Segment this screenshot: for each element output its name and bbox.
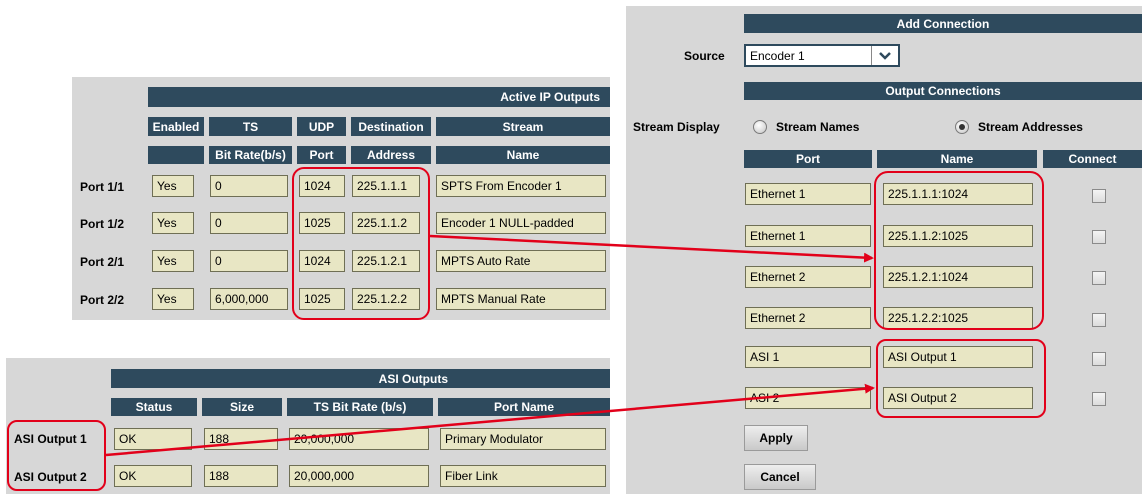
stream-name-field[interactable]: MPTS Auto Rate — [436, 250, 606, 272]
bitrate-field[interactable]: 6,000,000 — [210, 288, 288, 310]
col-subheader-address: Address — [351, 146, 431, 164]
stream-addresses-radio[interactable] — [955, 120, 969, 134]
chevron-down-icon[interactable] — [871, 46, 898, 65]
asi-port-name-field[interactable]: Fiber Link — [440, 465, 606, 487]
asi-status-field[interactable]: OK — [114, 465, 192, 487]
col-subheader-name: Name — [436, 146, 610, 164]
col-header-ts-bit-rate: TS Bit Rate (b/s) — [287, 398, 433, 416]
asi-port-name-field[interactable]: Primary Modulator — [440, 428, 606, 450]
col-header-port: Port — [744, 150, 872, 168]
source-select-value: Encoder 1 — [750, 48, 805, 63]
col-header-size: Size — [202, 398, 282, 416]
col-header-connect: Connect — [1043, 150, 1142, 168]
col-header-udp: UDP — [297, 117, 346, 136]
col-subheader-port: Port — [297, 146, 346, 164]
connect-checkbox[interactable] — [1092, 230, 1106, 244]
stream-name-field[interactable]: Encoder 1 NULL-padded — [436, 212, 606, 234]
col-subheader-enabled — [148, 146, 204, 164]
enabled-field[interactable]: Yes — [152, 175, 194, 197]
asi-labels-highlight-box — [7, 420, 106, 491]
ip-address-highlight-box — [292, 167, 430, 320]
enabled-field[interactable]: Yes — [152, 250, 194, 272]
stream-name-field[interactable]: SPTS From Encoder 1 — [436, 175, 606, 197]
col-header-enabled: Enabled — [148, 117, 204, 136]
bitrate-field[interactable]: 0 — [210, 175, 288, 197]
col-header-stream: Stream — [436, 117, 610, 136]
col-header-status: Status — [111, 398, 197, 416]
ip-row-label: Port 2/2 — [80, 293, 125, 307]
connection-port-field[interactable]: Ethernet 2 — [745, 307, 871, 329]
connection-port-field[interactable]: ASI 1 — [745, 346, 871, 368]
cancel-button[interactable]: Cancel — [744, 464, 816, 490]
asi-outputs-title: ASI Outputs — [111, 369, 610, 388]
col-header-ts: TS — [209, 117, 292, 136]
stream-addresses-radio-label[interactable]: Stream Addresses — [978, 120, 1083, 134]
ip-row-label: Port 1/1 — [80, 180, 125, 194]
connect-checkbox[interactable] — [1092, 352, 1106, 366]
stream-name-field[interactable]: MPTS Manual Rate — [436, 288, 606, 310]
connection-port-field[interactable]: Ethernet 2 — [745, 266, 871, 288]
stream-names-radio[interactable] — [753, 120, 767, 134]
col-header-port-name: Port Name — [438, 398, 610, 416]
asi-names-highlight-box — [876, 339, 1046, 418]
source-select[interactable]: Encoder 1 — [744, 44, 900, 67]
asi-bitrate-field[interactable]: 20,000,000 — [289, 465, 429, 487]
add-connection-title: Add Connection — [744, 14, 1142, 33]
source-label: Source — [684, 49, 725, 63]
addresses-highlight-box — [874, 171, 1044, 330]
stream-names-radio-label[interactable]: Stream Names — [776, 120, 859, 134]
connect-checkbox[interactable] — [1092, 313, 1106, 327]
bitrate-field[interactable]: 0 — [210, 212, 288, 234]
ip-row-label: Port 2/1 — [80, 255, 125, 269]
connect-checkbox[interactable] — [1092, 189, 1106, 203]
connection-port-field[interactable]: Ethernet 1 — [745, 225, 871, 247]
asi-status-field[interactable]: OK — [114, 428, 192, 450]
enabled-field[interactable]: Yes — [152, 288, 194, 310]
col-header-name: Name — [877, 150, 1037, 168]
col-subheader-bitrate: Bit Rate(b/s) — [209, 146, 292, 164]
active-ip-outputs-title: Active IP Outputs — [148, 87, 610, 107]
connect-checkbox[interactable] — [1092, 271, 1106, 285]
asi-bitrate-field[interactable]: 20,000,000 — [289, 428, 429, 450]
enabled-field[interactable]: Yes — [152, 212, 194, 234]
connection-port-field[interactable]: ASI 2 — [745, 387, 871, 409]
ip-row-label: Port 1/2 — [80, 217, 125, 231]
col-header-destination: Destination — [351, 117, 431, 136]
apply-button[interactable]: Apply — [744, 425, 808, 451]
connect-checkbox[interactable] — [1092, 392, 1106, 406]
output-connections-title: Output Connections — [744, 82, 1142, 100]
connection-port-field[interactable]: Ethernet 1 — [745, 183, 871, 205]
asi-size-field[interactable]: 188 — [204, 428, 278, 450]
bitrate-field[interactable]: 0 — [210, 250, 288, 272]
asi-size-field[interactable]: 188 — [204, 465, 278, 487]
stream-display-label: Stream Display — [633, 120, 720, 134]
